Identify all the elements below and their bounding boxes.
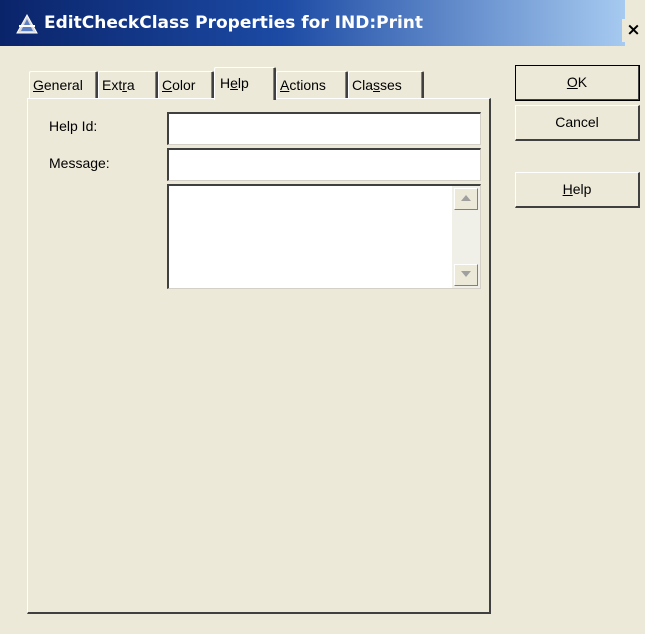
vertical-scrollbar[interactable] <box>452 186 480 288</box>
tab-label: Help <box>220 75 249 91</box>
tab-label: Extra <box>102 77 135 93</box>
tab-label: Color <box>162 77 196 93</box>
tab-color[interactable]: Color <box>158 71 214 98</box>
tab-classes[interactable]: Classes <box>348 71 424 98</box>
cancel-button-label: Cancel <box>555 114 599 130</box>
properties-dialog: EditCheckClass Properties for IND:Print … <box>0 0 645 634</box>
tab-label: Classes <box>352 77 402 93</box>
tab-label: Actions <box>280 77 326 93</box>
tab-extra[interactable]: Extra <box>98 71 158 98</box>
tab-help[interactable]: Help <box>214 67 276 100</box>
message-field[interactable] <box>167 148 481 181</box>
close-icon: × <box>626 20 641 40</box>
message-label: Message: <box>49 155 110 171</box>
title-bar[interactable]: EditCheckClass Properties for IND:Print <box>0 0 625 46</box>
tab-general[interactable]: General <box>29 71 98 98</box>
ok-button-label: OK <box>566 74 588 90</box>
tab-label: General <box>33 77 83 93</box>
help-button-label: Help <box>562 181 592 197</box>
triangle-up-icon <box>455 195 477 201</box>
message-text-area[interactable] <box>167 184 481 289</box>
triangle-down-icon <box>455 271 477 277</box>
help-id-input[interactable] <box>169 114 480 144</box>
message-textarea[interactable] <box>169 186 451 288</box>
tab-actions[interactable]: Actions <box>276 71 348 98</box>
close-button[interactable]: × <box>622 19 645 42</box>
ok-button[interactable]: OK <box>515 65 640 101</box>
help-id-label: Help Id: <box>49 118 98 134</box>
cancel-button[interactable]: Cancel <box>515 105 640 141</box>
window-title: EditCheckClass Properties for IND:Print <box>44 13 424 33</box>
message-input[interactable] <box>169 150 480 180</box>
app-icon <box>16 13 38 34</box>
help-button[interactable]: Help <box>515 172 640 208</box>
scroll-down-button[interactable] <box>454 264 478 286</box>
help-id-field[interactable] <box>167 112 481 145</box>
scroll-up-button[interactable] <box>454 188 478 210</box>
